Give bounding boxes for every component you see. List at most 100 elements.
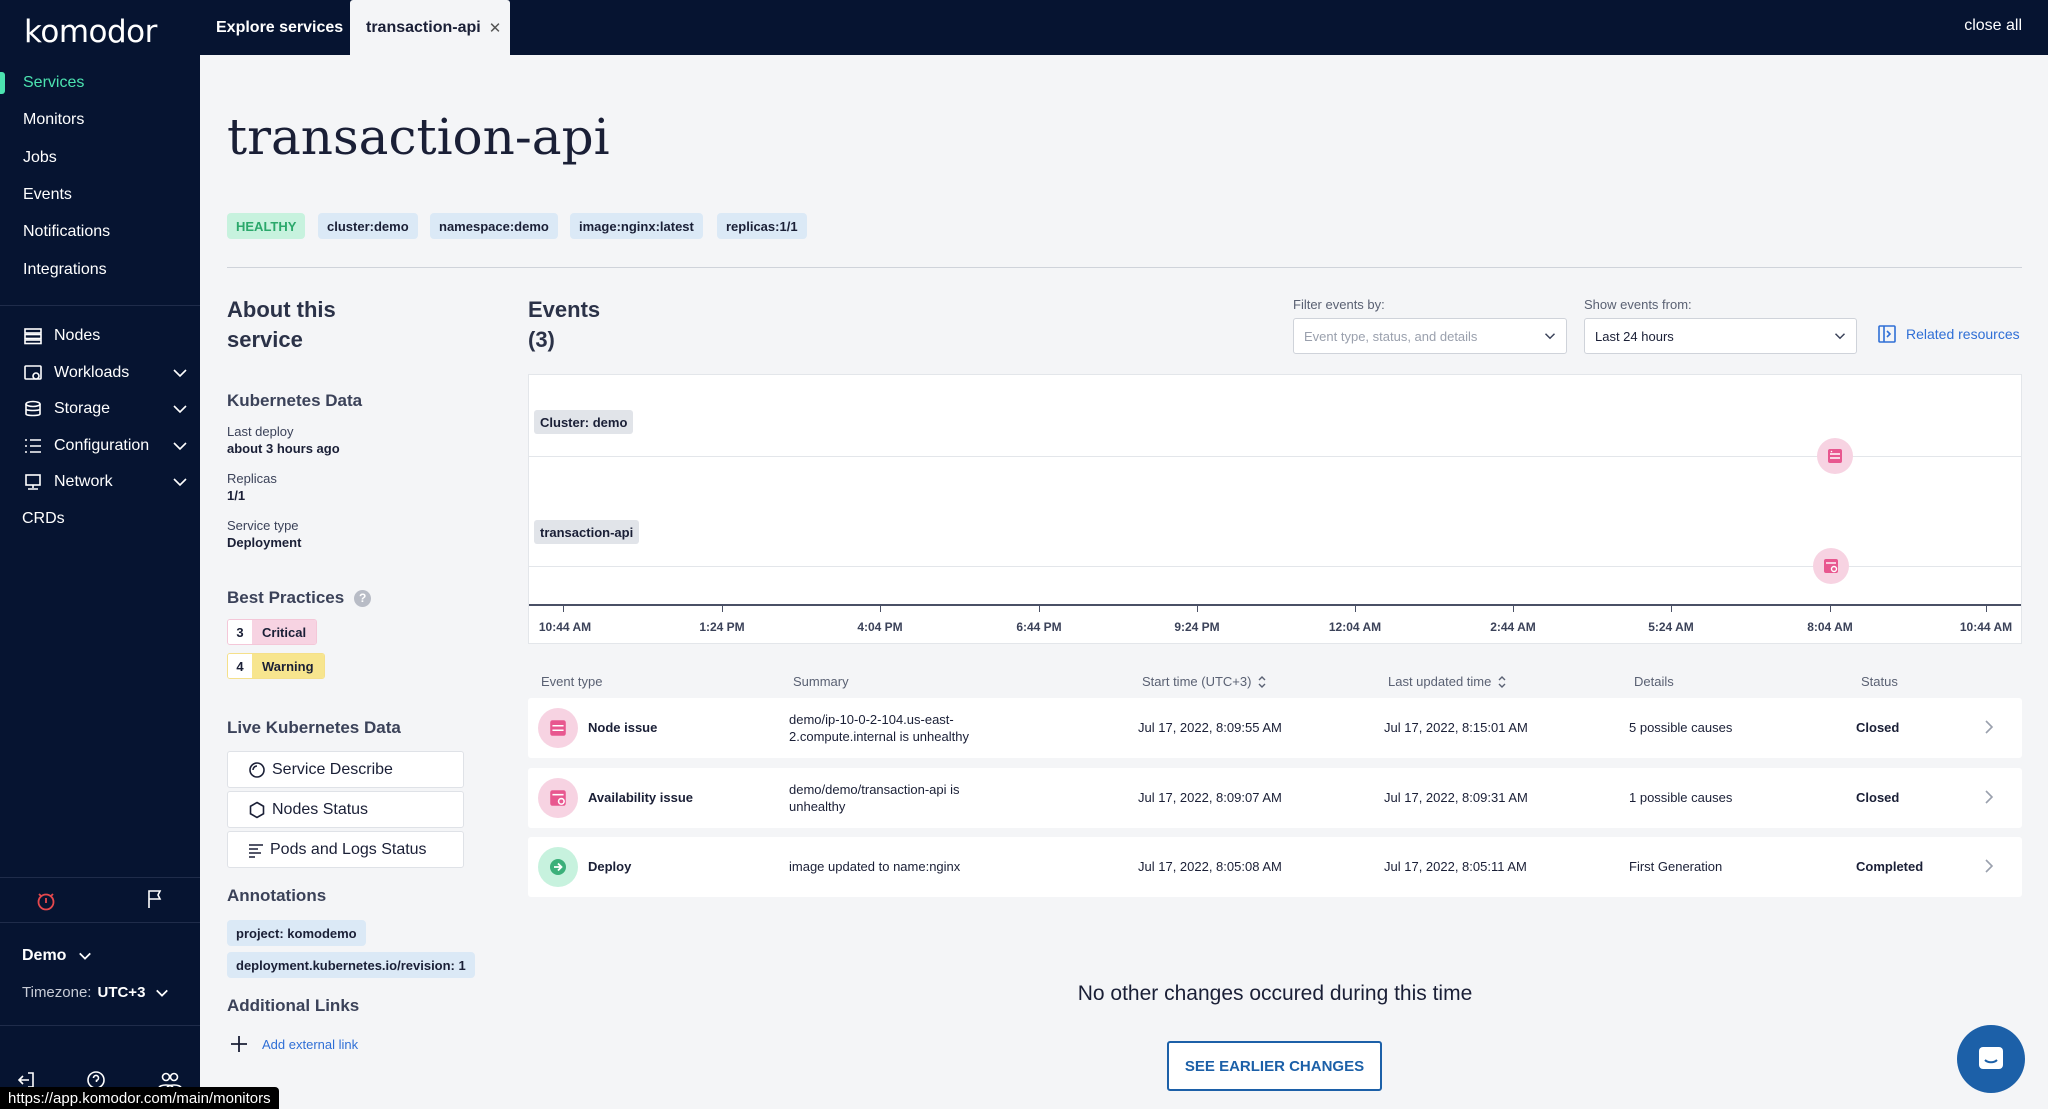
help-icon[interactable]: ? [354, 589, 372, 607]
sidebar-item-network[interactable]: Network [0, 467, 200, 497]
chevron-right-icon[interactable] [1984, 789, 1994, 810]
tab-label: Explore services [216, 18, 344, 36]
chevron-down-icon[interactable] [172, 438, 188, 459]
tick-label: 10:44 AM [1959, 620, 2013, 634]
chevron-right-icon[interactable] [1984, 858, 1994, 879]
related-resources-link[interactable]: Related resources [1878, 325, 2020, 343]
kv-label: Last deploy [227, 424, 294, 439]
last-deploy: Last deploy about 3 hours ago [227, 423, 340, 457]
sidebar-item-integrations[interactable]: Integrations [0, 255, 200, 285]
availability-issue-marker[interactable] [1813, 548, 1849, 584]
warning-badge[interactable]: 4 Warning [227, 653, 325, 679]
col-summary: Summary [793, 674, 849, 689]
account-selector[interactable]: Demo [22, 947, 92, 965]
sidebar-item-workloads[interactable]: Workloads [0, 358, 200, 388]
tick-label: 8:04 AM [1807, 620, 1853, 634]
col-start-time[interactable]: Start time (UTC+3) [1142, 674, 1267, 689]
header-divider [227, 267, 2022, 268]
sidebar-item-configuration[interactable]: Configuration [0, 431, 200, 461]
summary-line: demo/ip-10-0-2-104.us-east- [789, 712, 954, 727]
about-title: About this service [227, 295, 336, 355]
panel-icon [1878, 325, 1896, 343]
tick-label: 9:24 PM [1174, 620, 1220, 634]
col-last-updated[interactable]: Last updated time [1388, 674, 1507, 689]
filter-placeholder: Event type, status, and details [1304, 328, 1478, 344]
komodor-logo[interactable]: komodor [24, 14, 157, 50]
add-link-label: Add external link [262, 1036, 359, 1052]
sidebar-item-jobs[interactable]: Jobs [0, 143, 200, 173]
chevron-right-icon[interactable] [1984, 719, 1994, 740]
table-row[interactable]: Deploy image updated to name:nginx Jul 1… [528, 837, 2022, 897]
flag-icon[interactable] [146, 889, 164, 914]
table-row[interactable]: Node issue demo/ip-10-0-2-104.us-east- 2.… [528, 698, 2022, 758]
start-time: Jul 17, 2022, 8:09:55 AM [1138, 720, 1282, 735]
details: 5 possible causes [1629, 720, 1733, 735]
sidebar-item-label: CRDs [22, 510, 65, 527]
annotation-chip: deployment.kubernetes.io/revision: 1 [227, 952, 475, 978]
axis-tick [1830, 605, 1831, 612]
sidebar-item-crds[interactable]: CRDs [0, 504, 200, 534]
col-status: Status [1861, 674, 1898, 689]
kv-value: Deployment [227, 535, 302, 550]
chevron-down-icon[interactable] [172, 401, 188, 422]
hexagon-icon [248, 801, 266, 819]
tab-transaction-api[interactable]: transaction-api ✕ [350, 0, 510, 55]
events-count: (3) [528, 327, 555, 352]
lines-icon [248, 842, 264, 858]
tab-label: transaction-api [366, 18, 481, 36]
tag-chip: replicas:1/1 [717, 213, 807, 239]
sidebar-item-storage[interactable]: Storage [0, 394, 200, 424]
pods-logs-status-button[interactable]: Pods and Logs Status [227, 831, 464, 868]
tag-chip: cluster:demo [318, 213, 418, 239]
last-updated: Jul 17, 2022, 8:09:31 AM [1384, 790, 1528, 805]
column-label: Last updated time [1388, 674, 1492, 689]
tick-label: 2:44 AM [1490, 620, 1536, 634]
sidebar-item-monitors[interactable]: Monitors [0, 105, 200, 135]
critical-label: Critical [252, 620, 317, 644]
tick-label: 6:44 PM [1016, 620, 1062, 634]
axis-tick [1039, 605, 1040, 612]
sort-icon [1497, 675, 1507, 689]
alert-icon[interactable] [36, 891, 56, 916]
chevron-down-icon[interactable] [172, 474, 188, 495]
sidebar-item-notifications[interactable]: Notifications [0, 217, 200, 247]
about-title-line: About this [227, 297, 336, 322]
service-describe-button[interactable]: Service Describe [227, 751, 464, 788]
sidebar-divider [0, 305, 200, 306]
tick-label: 4:04 PM [857, 620, 903, 634]
timezone-value: UTC+3 [97, 984, 146, 1001]
top-tab-bar: Explore services transaction-api ✕ close… [200, 0, 2048, 55]
sidebar-item-services[interactable]: Services [0, 68, 200, 98]
nodes-status-button[interactable]: Nodes Status [227, 791, 464, 828]
sidebar-item-label: Services [23, 74, 85, 91]
chevron-down-icon [1544, 330, 1556, 345]
node-issue-marker[interactable] [1817, 438, 1853, 474]
event-filter-select[interactable]: Event type, status, and details [1293, 318, 1567, 354]
sidebar-item-label: Workloads [54, 364, 130, 381]
account-name: Demo [22, 947, 67, 964]
sidebar-item-events[interactable]: Events [0, 180, 200, 210]
summary-line: demo/demo/transaction-api is [789, 782, 960, 797]
add-external-link[interactable]: Add external link [230, 1035, 358, 1053]
summary-line: 2.compute.internal is unhealthy [789, 729, 969, 744]
axis-tick [1671, 605, 1672, 612]
warning-count: 4 [228, 654, 252, 678]
button-label: Nodes Status [272, 800, 369, 818]
chat-launcher-button[interactable] [1957, 1025, 2025, 1093]
availability-icon [1824, 559, 1838, 573]
network-icon [23, 472, 43, 492]
table-row[interactable]: Availability issue demo/demo/transaction… [528, 768, 2022, 828]
see-earlier-changes-button[interactable]: SEE EARLIER CHANGES [1167, 1041, 1382, 1091]
timezone-selector[interactable]: Timezone: UTC+3 [22, 984, 169, 1001]
tab-explore-services[interactable]: Explore services [216, 0, 343, 55]
chevron-down-icon[interactable] [172, 365, 188, 386]
tag-chip: namespace:demo [430, 213, 558, 239]
sidebar-divider [0, 877, 200, 878]
kv-label: Replicas [227, 471, 277, 486]
time-range-select[interactable]: Last 24 hours [1584, 318, 1857, 354]
close-icon[interactable]: ✕ [489, 19, 502, 37]
sidebar-item-nodes[interactable]: Nodes [0, 321, 200, 351]
critical-badge[interactable]: 3 Critical [227, 619, 318, 645]
close-all-button[interactable]: close all [1964, 17, 2022, 35]
axis-tick [1355, 605, 1356, 612]
